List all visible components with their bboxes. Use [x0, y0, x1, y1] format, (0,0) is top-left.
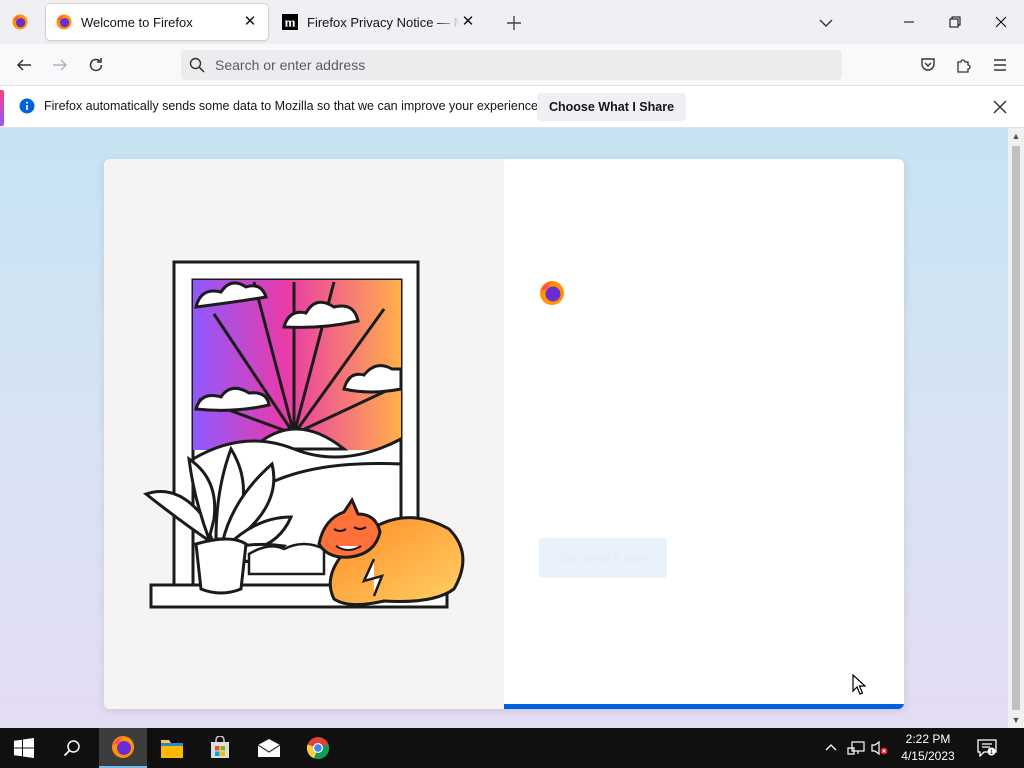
reload-icon — [89, 58, 103, 72]
action-center-icon: 1 — [977, 739, 997, 757]
page-content: See what's new — [0, 128, 1008, 728]
volume-muted-icon — [871, 740, 888, 756]
navigation-toolbar — [0, 44, 1024, 86]
firefox-icon — [56, 14, 72, 30]
svg-text:m: m — [285, 15, 296, 30]
url-bar[interactable] — [181, 50, 842, 80]
firefox-view-button[interactable] — [0, 0, 40, 44]
puzzle-piece-icon — [957, 59, 971, 73]
network-tray-button[interactable] — [844, 728, 868, 768]
folder-icon — [161, 740, 183, 758]
restore-button[interactable] — [932, 0, 978, 44]
system-clock[interactable]: 2:22 PM 4/15/2023 — [890, 731, 966, 765]
search-button[interactable] — [48, 728, 96, 768]
mouse-pointer-icon — [852, 674, 866, 695]
reload-button[interactable] — [82, 51, 110, 79]
minimize-button[interactable] — [886, 0, 932, 44]
chrome-icon — [306, 737, 330, 760]
minimize-icon — [904, 21, 914, 23]
taskbar-mail[interactable] — [245, 728, 293, 768]
extensions-button[interactable] — [950, 51, 978, 79]
window-fox-illustration — [142, 260, 465, 609]
network-icon — [847, 741, 865, 755]
windows-taskbar: 2:22 PM 4/15/2023 1 — [0, 728, 1024, 768]
close-tab-icon[interactable]: ✕ — [460, 14, 476, 30]
app-menu-button[interactable] — [986, 51, 1014, 79]
close-window-button[interactable] — [978, 0, 1024, 44]
scroll-up-arrow-icon[interactable]: ▲ — [1011, 131, 1021, 141]
firefox-icon — [112, 736, 134, 758]
forward-button[interactable] — [46, 51, 74, 79]
pocket-button[interactable] — [914, 51, 942, 79]
tab-strip: Welcome to Firefox ✕ m Firefox Privacy N… — [0, 0, 1024, 44]
start-button[interactable] — [0, 728, 48, 768]
onboarding-card: See what's new — [104, 159, 904, 709]
arrow-left-icon — [16, 59, 31, 71]
see-whats-new-button[interactable]: See what's new — [539, 538, 667, 578]
restore-icon — [949, 16, 961, 28]
notification-message: Firefox automatically sends some data to… — [44, 99, 542, 113]
volume-tray-button[interactable] — [868, 728, 890, 768]
firefox-logo — [540, 281, 564, 305]
show-hidden-icons-button[interactable] — [820, 728, 842, 768]
notifications-button[interactable]: 1 — [974, 728, 1000, 768]
pocket-icon — [921, 58, 935, 71]
plus-icon — [507, 16, 521, 30]
close-icon — [995, 16, 1007, 28]
info-icon — [19, 98, 35, 114]
onboarding-content-panel: See what's new — [504, 159, 904, 709]
illustration-panel — [104, 159, 504, 709]
new-tab-button[interactable] — [503, 12, 525, 34]
tab-welcome[interactable]: Welcome to Firefox ✕ — [46, 4, 268, 40]
close-notification-icon[interactable] — [990, 97, 1010, 117]
address-input[interactable] — [215, 57, 815, 73]
search-icon — [189, 57, 205, 73]
chevron-up-icon — [825, 744, 837, 751]
tab-title: Firefox Privacy Notice — Mozilla — [307, 14, 460, 30]
hamburger-menu-icon — [994, 59, 1006, 71]
clock-date: 4/15/2023 — [901, 749, 955, 763]
scrollbar-thumb[interactable] — [1012, 146, 1020, 710]
list-all-tabs-button[interactable] — [815, 12, 837, 34]
taskbar-chrome[interactable] — [294, 728, 342, 768]
telemetry-notification-bar: Firefox automatically sends some data to… — [0, 86, 1024, 128]
firefox-icon — [12, 14, 28, 30]
vertical-scrollbar[interactable]: ▲ ▼ — [1008, 128, 1024, 728]
tab-privacy-notice[interactable]: m Firefox Privacy Notice — Mozilla ✕ — [272, 4, 486, 40]
choose-what-i-share-button[interactable]: Choose What I Share — [537, 93, 687, 121]
search-icon — [63, 740, 80, 757]
close-tab-icon[interactable]: ✕ — [242, 14, 258, 30]
taskbar-file-explorer[interactable] — [148, 728, 196, 768]
taskbar-microsoft-store[interactable] — [196, 728, 244, 768]
tab-title: Welcome to Firefox — [81, 14, 193, 30]
onboarding-progress-bar — [504, 704, 904, 709]
scroll-down-arrow-icon[interactable]: ▼ — [1011, 715, 1021, 725]
taskbar-firefox[interactable] — [99, 728, 147, 768]
clock-time: 2:22 PM — [905, 732, 951, 746]
store-bag-icon — [211, 736, 229, 758]
arrow-right-icon — [53, 59, 68, 71]
back-button[interactable] — [10, 51, 38, 79]
mozilla-m-icon: m — [282, 14, 298, 30]
chevron-down-icon — [819, 19, 833, 27]
windows-logo-icon — [14, 738, 34, 758]
mail-envelope-icon — [257, 739, 281, 757]
